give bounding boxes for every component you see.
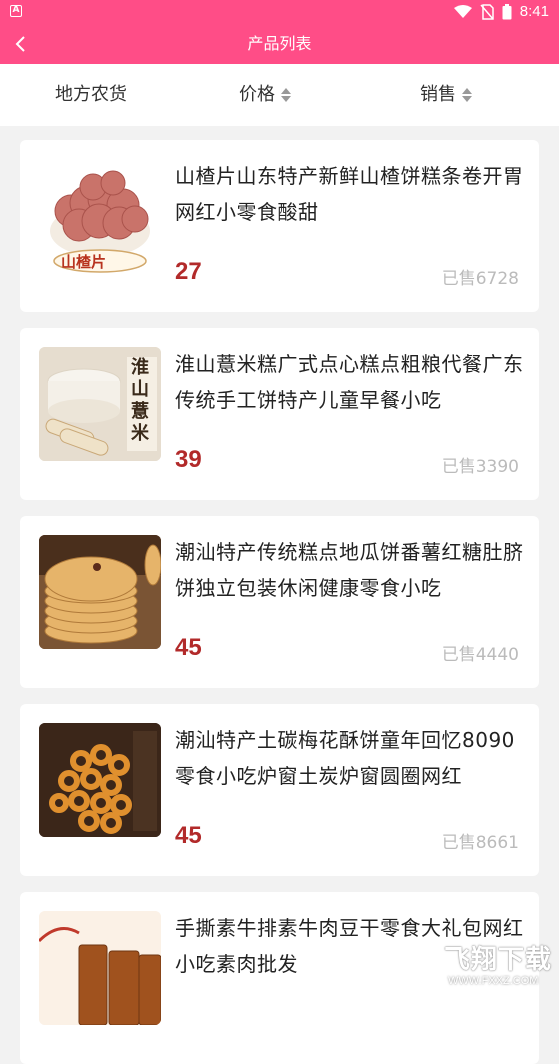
sort-icon [462, 88, 472, 102]
sold-count: 已售6728 [441, 269, 519, 289]
thumb-label: 山楂片 [61, 253, 107, 271]
no-sim-icon [480, 3, 494, 20]
sort-icon [281, 88, 291, 102]
product-name: 山楂片山东特产新鲜山楂饼糕条卷开胃网红小零食酸甜 [175, 164, 524, 224]
filter-bar: 地方农货 价格 销售 [0, 64, 559, 126]
page-title: 产品列表 [247, 34, 312, 53]
filter-sales[interactable]: 销售 [420, 64, 472, 126]
sold-count: 已售4440 [441, 645, 519, 665]
product-price: 39 [175, 446, 202, 473]
filter-price[interactable]: 价格 [239, 64, 291, 126]
wifi-icon [453, 4, 472, 18]
watermark-url: WWW.FXXZ.COM [448, 975, 539, 987]
product-image-vegan-beef-jerky [39, 911, 161, 1025]
watermark-logo-icon [393, 940, 443, 990]
product-image-yam-cake: 淮山薏米 [39, 347, 161, 461]
product-name: 淮山薏米糕广式点心糕点粗粮代餐广东传统手工饼特产儿童早餐小吃 [175, 352, 524, 412]
product-card[interactable]: 淮山薏米 淮山薏米糕广式点心糕点粗粮代餐广东传统手工饼特产儿童早餐小吃 39 已… [20, 328, 539, 500]
filter-sales-label: 销售 [420, 84, 456, 105]
product-price: 45 [175, 634, 202, 661]
product-image-hawthorn: 山楂片 [39, 159, 161, 273]
clock: 8:41 [519, 3, 549, 20]
product-card[interactable]: 潮汕特产传统糕点地瓜饼番薯红糖肚脐饼独立包装休闲健康零食小吃 45 已售4440 [20, 516, 539, 688]
filter-region-label: 地方农货 [55, 84, 127, 105]
watermark-text: 飞翔下载 [444, 945, 553, 975]
status-bar: A 8:41 [0, 0, 559, 24]
filter-price-label: 价格 [239, 84, 275, 105]
sold-count: 已售8661 [441, 833, 519, 853]
product-name: 潮汕特产土碳梅花酥饼童年回忆8090零食小吃炉窗土炭炉窗圆圈网红 [175, 728, 515, 788]
thumb-label: 淮山薏米 [131, 357, 149, 444]
app-bar: 产品列表 [0, 24, 559, 64]
product-image-sweet-potato-cake [39, 535, 161, 649]
battery-icon [502, 3, 512, 19]
product-price: 45 [175, 822, 202, 849]
product-card[interactable]: 山楂片 山楂片山东特产新鲜山楂饼糕条卷开胃网红小零食酸甜 27 已售6728 [20, 140, 539, 312]
notification-a-icon: A [10, 5, 22, 17]
filter-region[interactable]: 地方农货 [55, 64, 127, 126]
watermark: 飞翔下载 WWW.FXXZ.COM [392, 935, 552, 995]
product-price: 27 [175, 258, 202, 285]
sold-count: 已售3390 [441, 457, 519, 477]
product-name: 潮汕特产传统糕点地瓜饼番薯红糖肚脐饼独立包装休闲健康零食小吃 [175, 540, 524, 600]
product-card[interactable]: 潮汕特产土碳梅花酥饼童年回忆8090零食小吃炉窗土炭炉窗圆圈网红 45 已售86… [20, 704, 539, 876]
product-image-plum-blossom-biscuit [39, 723, 161, 837]
status-icons: 8:41 [453, 3, 549, 20]
